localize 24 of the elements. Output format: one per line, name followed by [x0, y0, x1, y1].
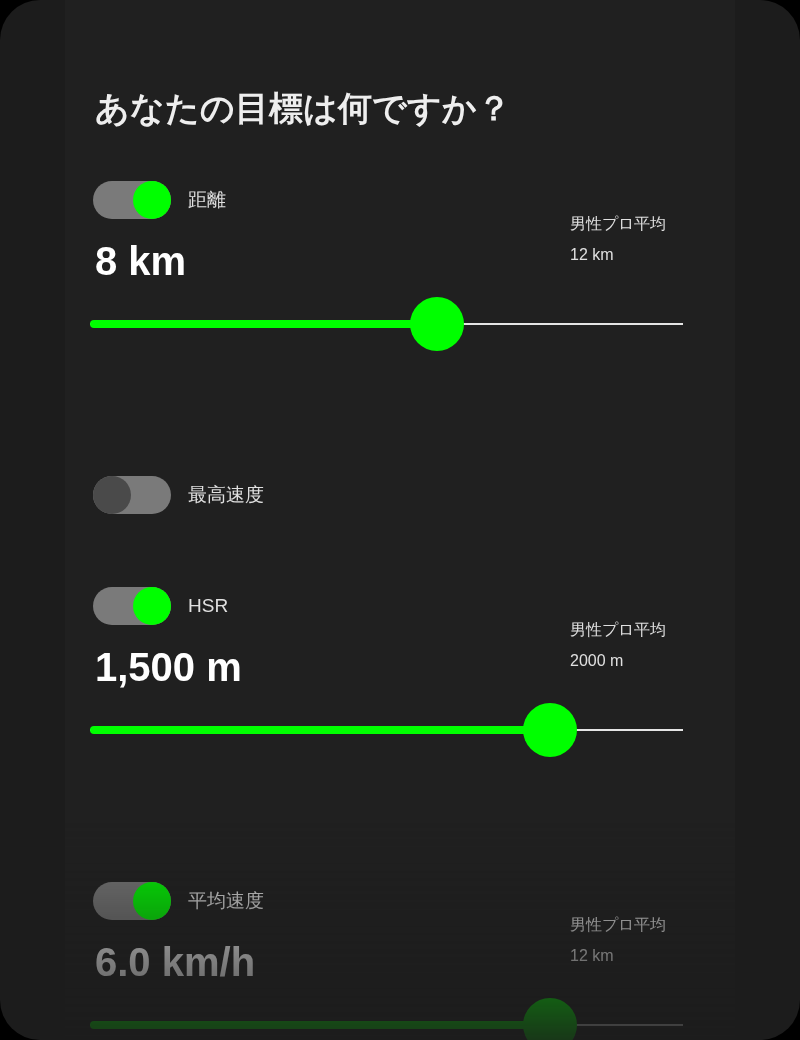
pro-average-value: 12 km: [570, 245, 615, 265]
toggle-switch[interactable]: [93, 882, 171, 920]
pro-average-value: 2000 m: [570, 651, 625, 671]
slider-thumb[interactable]: [522, 703, 577, 757]
toggle-switch[interactable]: [93, 181, 171, 219]
page-title: あなたの目標は何ですか？: [94, 88, 512, 129]
slider-track[interactable]: [90, 703, 683, 757]
pro-average-value: 12 km: [570, 946, 615, 966]
goal-value: 1,500 m: [94, 644, 243, 691]
goal-label: 平均速度: [188, 888, 264, 913]
goal-value: 8 km: [94, 238, 188, 285]
pro-average-label: 男性プロ平均: [570, 214, 666, 234]
goal-label: HSR: [188, 593, 229, 618]
slider-track[interactable]: [90, 297, 683, 351]
slider-thumb[interactable]: [522, 998, 577, 1040]
goal-label: 距離: [188, 187, 226, 212]
slider-track[interactable]: [90, 998, 683, 1040]
pro-average-label: 男性プロ平均: [570, 915, 666, 935]
goal-label: 最高速度: [188, 482, 264, 507]
slider-thumb[interactable]: [409, 297, 464, 351]
toggle-switch[interactable]: [93, 587, 171, 625]
goal-value: 6.0 km/h: [94, 939, 257, 986]
toggle-switch[interactable]: [93, 476, 171, 514]
pro-average-label: 男性プロ平均: [570, 620, 666, 640]
